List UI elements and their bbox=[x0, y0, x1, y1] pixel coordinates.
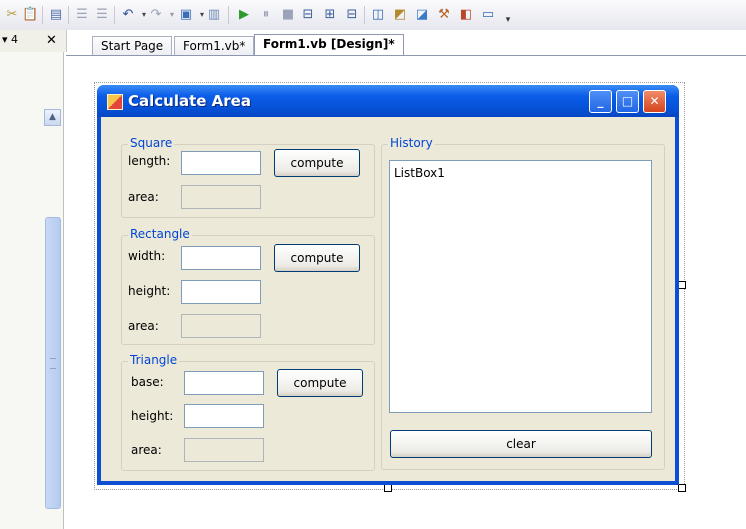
navigate-icon[interactable]: ▥ bbox=[206, 7, 222, 23]
resize-handle-right[interactable] bbox=[678, 281, 686, 289]
history-listbox[interactable]: ListBox1 bbox=[389, 160, 652, 413]
toolbox-icon[interactable]: ⚒ bbox=[436, 7, 452, 23]
triangle-legend: Triangle bbox=[128, 353, 180, 367]
solution-explorer-icon[interactable]: ◫ bbox=[370, 7, 386, 23]
stop-icon[interactable]: ■ bbox=[280, 7, 296, 23]
scroll-up-icon[interactable]: ▲ bbox=[44, 109, 61, 126]
tab-form1-code[interactable]: Form1.vb* bbox=[174, 36, 255, 56]
grip-icon bbox=[50, 358, 56, 369]
close-icon[interactable]: ✕ bbox=[46, 33, 57, 48]
redo-icon[interactable]: ↷ bbox=[148, 7, 164, 23]
square-area-label: area: bbox=[128, 190, 159, 204]
square-group: Square length: compute area: bbox=[121, 136, 375, 218]
square-legend: Square bbox=[128, 136, 175, 150]
triangle-group: Triangle base: compute height: area: bbox=[121, 353, 375, 471]
rectangle-group: Rectangle width: compute height: area: bbox=[121, 227, 375, 345]
pin-icon[interactable]: ▾ 4 bbox=[2, 33, 18, 46]
rectangle-legend: Rectangle bbox=[128, 227, 192, 241]
maximize-button[interactable]: □ bbox=[616, 90, 639, 113]
square-length-input[interactable] bbox=[181, 151, 261, 175]
class-view-icon[interactable]: ◧ bbox=[458, 7, 474, 23]
form-icon bbox=[107, 94, 123, 110]
rectangle-area-output bbox=[181, 314, 261, 338]
triangle-compute-button[interactable]: compute bbox=[277, 369, 363, 397]
rectangle-area-label: area: bbox=[128, 319, 159, 333]
form-window[interactable]: Calculate Area _ □ ✕ Square length: comp… bbox=[97, 85, 679, 485]
triangle-height-input[interactable] bbox=[184, 404, 264, 428]
triangle-height-label: height: bbox=[131, 409, 174, 423]
find-icon[interactable]: ⊟ bbox=[300, 7, 316, 23]
minimize-button[interactable]: _ bbox=[589, 90, 612, 113]
add-item-icon[interactable]: ▣ bbox=[178, 7, 194, 23]
triangle-area-label: area: bbox=[131, 443, 162, 457]
overflow-icon[interactable]: ▾ bbox=[500, 12, 516, 28]
tab-start-page[interactable]: Start Page bbox=[92, 36, 173, 56]
outdent-icon[interactable]: ☰ bbox=[94, 7, 110, 23]
indent-icon[interactable]: ☰ bbox=[74, 7, 90, 23]
rectangle-compute-button[interactable]: compute bbox=[274, 244, 360, 272]
close-button[interactable]: ✕ bbox=[643, 90, 666, 113]
object-browser-icon[interactable]: ◪ bbox=[414, 7, 430, 23]
triangle-area-output bbox=[184, 438, 264, 462]
comment-icon[interactable]: ⊟ bbox=[344, 7, 360, 23]
listbox-placeholder: ListBox1 bbox=[394, 166, 445, 180]
paste-icon[interactable]: 📋 bbox=[22, 7, 38, 23]
square-compute-button[interactable]: compute bbox=[274, 149, 360, 177]
bookmark-icon[interactable]: ⊞ bbox=[322, 7, 338, 23]
form-client-area: Square length: compute area: Rectangle w… bbox=[101, 117, 675, 481]
start-icon[interactable]: ▶ bbox=[236, 7, 252, 23]
square-area-output bbox=[181, 185, 261, 209]
form-title: Calculate Area bbox=[128, 92, 251, 110]
square-length-label: length: bbox=[128, 154, 171, 168]
resize-handle-bottom[interactable] bbox=[384, 484, 392, 492]
scrollbar-thumb[interactable] bbox=[45, 217, 61, 509]
side-panel-header: ▾ 4 ✕ bbox=[0, 30, 67, 52]
undo-icon[interactable]: ↶ bbox=[120, 7, 136, 23]
properties-icon[interactable]: ◩ bbox=[392, 7, 408, 23]
rectangle-height-label: height: bbox=[128, 284, 171, 298]
rectangle-width-label: width: bbox=[128, 249, 166, 263]
standard-toolbar: ✂ 📋 ▤ ☰ ☰ ↶ ▾ ↷ ▾ ▣ ▾ ▥ ▶ ⏸ ■ ⊟ ⊞ ⊟ ◫ ◩ … bbox=[0, 0, 746, 30]
clear-button[interactable]: clear bbox=[390, 430, 652, 458]
window-icon[interactable]: ▭ bbox=[480, 7, 496, 23]
rectangle-height-input[interactable] bbox=[181, 280, 261, 304]
side-panel: ▲ bbox=[0, 52, 64, 529]
cut-icon[interactable]: ✂ bbox=[4, 7, 20, 23]
tab-form1-design[interactable]: Form1.vb [Design]* bbox=[254, 34, 404, 57]
rectangle-width-input[interactable] bbox=[181, 246, 261, 270]
pause-icon[interactable]: ⏸ bbox=[258, 7, 274, 23]
history-legend: History bbox=[388, 136, 435, 150]
resize-handle-corner[interactable] bbox=[678, 484, 686, 492]
form-titlebar[interactable]: Calculate Area _ □ ✕ bbox=[97, 85, 679, 117]
document-tabs: Start Page Form1.vb* Form1.vb [Design]* bbox=[66, 30, 746, 57]
print-icon[interactable]: ▤ bbox=[48, 7, 64, 23]
triangle-base-input[interactable] bbox=[184, 371, 264, 395]
triangle-base-label: base: bbox=[131, 375, 164, 389]
